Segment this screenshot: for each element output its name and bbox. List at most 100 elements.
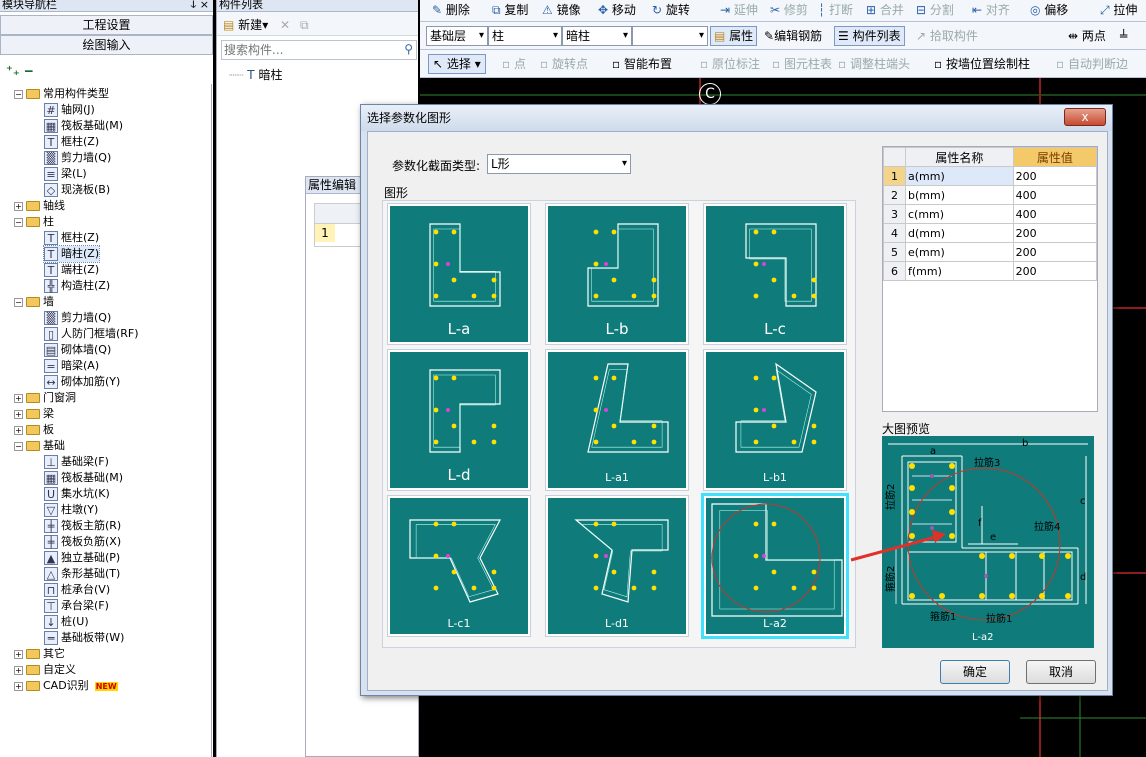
expand-toggle-icon[interactable]: + — [14, 201, 23, 211]
merge-icon: ⊞ — [866, 3, 880, 17]
toolbar-offset-button[interactable]: ◎ 偏移 — [1030, 2, 1068, 18]
rotate-point-button[interactable]: ▫ 旋转点 — [540, 56, 588, 72]
tree-item[interactable]: T 暗柱(Z) — [42, 245, 101, 263]
tree-item[interactable]: − 柱 — [14, 214, 54, 230]
tree-item[interactable]: ▲ 独立基础(P) — [44, 550, 120, 566]
tree-item[interactable]: ▽ 柱墩(Y) — [44, 502, 98, 518]
tree-item[interactable]: + 自定义 — [14, 662, 76, 678]
tree-item[interactable]: + 轴线 — [14, 198, 65, 214]
toolbar-delete-button[interactable]: ✎ 删除 — [432, 2, 470, 18]
tree-item[interactable]: T 框柱(Z) — [44, 134, 99, 150]
component-list-button[interactable]: ☰ 构件列表 — [834, 26, 905, 46]
stretch-icon: ⤢ — [1100, 3, 1114, 17]
copy-icon[interactable]: ⧉ — [300, 18, 309, 32]
tree-item[interactable]: − 墙 — [14, 294, 54, 310]
component-item-anzhu[interactable]: ┈┈ T 暗柱 — [229, 66, 282, 83]
layer-toolbar: 基础层 柱 暗柱 ▤ 属性 ✎编辑钢筋 ☰ 构件列表 ↗ 拾取构件 ⇹ 两点 ╧ — [420, 22, 1146, 50]
tree-item[interactable]: ╪ 筏板主筋(R) — [44, 518, 121, 534]
project-settings-button[interactable]: 工程设置 — [0, 15, 213, 35]
tree-item[interactable]: ═ 基础板带(W) — [44, 630, 124, 646]
expand-toggle-icon[interactable]: − — [14, 217, 23, 227]
tree-item[interactable]: ⊥ 基础梁(F) — [44, 454, 109, 470]
toolbar-move-button[interactable]: ✥ 移动 — [598, 2, 636, 18]
pin-icon[interactable]: ↆ × — [190, 0, 209, 10]
tree-item[interactable]: + 梁 — [14, 406, 54, 422]
inplace-label-button[interactable]: ▫ 原位标注 — [700, 56, 760, 72]
toolbar-extend-button[interactable]: ⇥ 延伸 — [720, 2, 758, 18]
toolbar-trim-button[interactable]: ✂ 修剪 — [770, 2, 808, 18]
tree-item[interactable]: ▤ 砌体墙(Q) — [44, 342, 111, 358]
point-button[interactable]: ▫ 点 — [502, 56, 526, 72]
property-row-1[interactable]: 1 — [315, 224, 335, 242]
expand-toggle-icon[interactable]: − — [14, 441, 23, 451]
tree-item[interactable]: ╪ 筏板负筋(X) — [44, 534, 121, 550]
tree-item[interactable]: − 基础 — [14, 438, 65, 454]
tree-item[interactable]: T 框柱(Z) — [44, 230, 99, 246]
toolbar-rotate-button[interactable]: ↻ 旋转 — [652, 2, 690, 18]
tree-item[interactable]: + 板 — [14, 422, 54, 438]
tree-item[interactable]: ≡ 梁(L) — [44, 166, 87, 182]
tree-item[interactable]: # 轴网(J) — [44, 102, 95, 118]
tree-item-label: 墙 — [43, 295, 54, 308]
tree-item[interactable]: ▦ 筏板基础(M) — [44, 118, 123, 134]
tree-item[interactable]: − 常用构件类型 — [14, 86, 109, 102]
component-select[interactable] — [632, 26, 708, 46]
delete-icon[interactable]: ✕ — [280, 18, 290, 32]
tree-item[interactable]: △ 条形基础(T) — [44, 566, 120, 582]
tree-item[interactable]: ▦ 筏板基础(M) — [44, 470, 123, 486]
toolbar-align-button[interactable]: ⇤ 对齐 — [972, 2, 1010, 18]
category-select[interactable]: 柱 — [488, 26, 562, 46]
pick-component-button[interactable]: ↗ 拾取构件 — [916, 28, 978, 44]
tree-item[interactable]: ⊤ 承台梁(F) — [44, 598, 109, 614]
toolbar-merge-button[interactable]: ⊞ 合并 — [866, 2, 904, 18]
tree-item[interactable]: ⊓ 桩承台(V) — [44, 582, 110, 598]
toolbar-mirror-button[interactable]: ⚠ 镜像 — [542, 2, 581, 18]
component-tree[interactable]: − 常用构件类型 # 轴网(J) ▦ 筏板基础(M) T 框柱(Z) ▒ 剪力墙(Q) ≡ 梁(L) ◇… — [0, 84, 212, 757]
tree-item[interactable]: U 集水坑(K) — [44, 486, 110, 502]
toolbar-split-button[interactable]: ⊟ 分割 — [916, 2, 954, 18]
toolbar-break-button[interactable]: ┆ 打断 — [818, 2, 853, 18]
tree-item[interactable]: + 门窗洞 — [14, 390, 76, 406]
expand-toggle-icon[interactable]: + — [14, 409, 23, 419]
select-button[interactable]: ↖ 选择 ▾ — [428, 54, 486, 74]
tree-item[interactable]: ╬ 构造柱(Z) — [44, 278, 110, 294]
component-search-input[interactable] — [222, 41, 392, 59]
property-button[interactable]: ▤ 属性 — [710, 26, 758, 46]
tree-item-label: 轴线 — [43, 199, 65, 212]
expand-toggle-icon[interactable]: + — [14, 649, 23, 659]
search-icon[interactable]: ⚲ — [404, 42, 413, 56]
expand-toggle-icon[interactable]: + — [14, 665, 23, 675]
tree-item[interactable]: ↓ 桩(U) — [44, 614, 89, 630]
expand-toggle-icon[interactable]: + — [14, 393, 23, 403]
expand-toggle-icon[interactable]: − — [14, 297, 23, 307]
smart-layout-button[interactable]: ▫ 智能布置 — [612, 56, 672, 72]
tree-item[interactable]: + 其它 — [14, 646, 65, 662]
type-select[interactable]: 暗柱 — [562, 26, 632, 46]
tree-item[interactable]: = 暗梁(A) — [44, 358, 99, 374]
two-point-button[interactable]: ⇹ 两点 — [1068, 28, 1106, 44]
toolbar-copy-button[interactable]: ⧉ 复制 — [492, 2, 528, 18]
auto-judge-edge-button[interactable]: ▫ 自动判断边 — [1056, 56, 1128, 72]
tree-item[interactable]: T 端柱(Z) — [44, 262, 99, 278]
tree-item[interactable]: ◇ 现浇板(B) — [44, 182, 110, 198]
tree-item[interactable]: ▯ 人防门框墙(RF) — [44, 326, 139, 342]
pencil-icon: ✎ — [764, 29, 775, 43]
expand-toggle-icon[interactable]: + — [14, 425, 23, 435]
tree-item[interactable]: ▒ 剪力墙(Q) — [44, 310, 111, 326]
drawing-input-button[interactable]: 绘图输入 — [0, 35, 213, 55]
tree-item[interactable]: ▒ 剪力墙(Q) — [44, 150, 111, 166]
pick-icon: ↗ — [916, 29, 927, 43]
new-component-button[interactable]: ▤ 新建▾ — [223, 18, 268, 32]
edit-rebar-button[interactable]: ✎编辑钢筋 — [764, 28, 822, 44]
toolbar-stretch-button[interactable]: ⤢ 拉伸 — [1100, 2, 1137, 18]
floor-select[interactable]: 基础层 — [426, 26, 488, 46]
adjust-column-end-button[interactable]: ▫ 调整柱端头 — [838, 56, 910, 72]
two-point-more[interactable]: ╧ — [1120, 28, 1127, 44]
tree-item[interactable]: ↔ 砌体加筋(Y) — [44, 374, 120, 390]
expand-collapse-tools[interactable]: ⁺₊ ‒ — [6, 64, 33, 79]
column-table-button[interactable]: ▫ 图元柱表 — [772, 56, 832, 72]
expand-toggle-icon[interactable]: + — [14, 681, 23, 691]
expand-toggle-icon[interactable]: − — [14, 89, 23, 99]
draw-column-by-wall-button[interactable]: ▫ 按墙位置绘制柱 — [934, 56, 1030, 72]
tree-item[interactable]: + CAD识别 NEW — [14, 678, 118, 694]
